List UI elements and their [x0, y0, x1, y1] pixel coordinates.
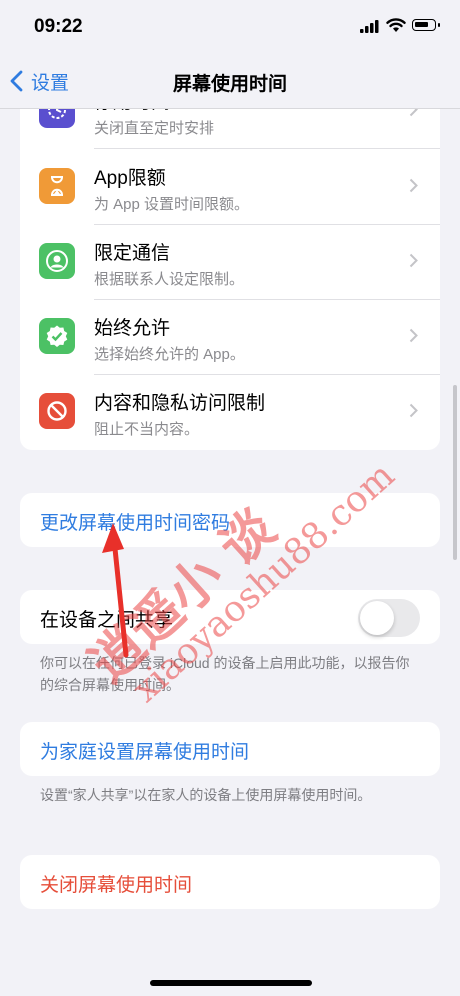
row-title: 限定通信 — [94, 243, 171, 264]
list-row-communication-limits[interactable]: 限定通信 根据联系人设定限制。 — [20, 225, 440, 300]
row-subtitle: 关闭直至定时安排 — [94, 120, 215, 137]
red-arrow-annotation — [102, 523, 129, 658]
turn-off-cell[interactable]: 关闭屏幕使用时间 — [20, 855, 440, 909]
row-subtitle: 为 App 设置时间限额。 — [94, 196, 250, 213]
hourglass-icon — [39, 168, 75, 204]
family-footer: 设置“家人共享”以在家人的设备上使用屏幕使用时间。 — [40, 787, 372, 803]
status-time: 09:22 — [34, 16, 83, 37]
checkmark-badge-icon — [39, 318, 75, 354]
row-subtitle: 阻止不当内容。 — [94, 421, 200, 438]
battery-icon — [412, 19, 440, 31]
row-subtitle: 选择始终允许的 App。 — [94, 346, 245, 363]
navigation-bar: 设置 屏幕使用时间 — [0, 56, 460, 109]
family-setup-link[interactable]: 为家庭设置屏幕使用时间 — [40, 737, 249, 764]
share-toggle[interactable] — [358, 599, 420, 637]
turn-off-link[interactable]: 关闭屏幕使用时间 — [40, 870, 192, 897]
chevron-right-icon — [409, 403, 418, 418]
settings-list: 停用时间 关闭直至定时安排 App限额 为 App 设置时间限额。 限定通信 根… — [20, 94, 440, 450]
list-row-always-allowed[interactable]: 始终允许 选择始终允许的 App。 — [20, 300, 440, 375]
row-subtitle: 根据联系人设定限制。 — [94, 271, 245, 288]
chevron-right-icon — [409, 178, 418, 193]
row-title: App限额 — [94, 168, 166, 189]
chevron-right-icon — [409, 328, 418, 343]
list-row-app-limits[interactable]: App限额 为 App 设置时间限额。 — [20, 150, 440, 225]
page-title: 屏幕使用时间 — [172, 74, 287, 95]
status-bar: 09:22 — [0, 0, 460, 56]
divider — [94, 148, 440, 149]
row-title: 始终允许 — [94, 318, 171, 339]
list-row-content-privacy[interactable]: 内容和隐私访问限制 阻止不当内容。 — [20, 375, 440, 450]
family-setup-cell[interactable]: 为家庭设置屏幕使用时间 — [20, 722, 440, 776]
row-title: 内容和隐私访问限制 — [94, 393, 266, 414]
scroll-indicator — [453, 385, 457, 560]
contact-icon — [39, 243, 75, 279]
cellular-signal-icon — [360, 20, 379, 33]
restriction-icon — [39, 393, 75, 429]
chevron-right-icon — [409, 253, 418, 268]
home-indicator — [150, 980, 312, 986]
toggle-knob — [360, 601, 394, 635]
wifi-icon — [386, 18, 406, 32]
